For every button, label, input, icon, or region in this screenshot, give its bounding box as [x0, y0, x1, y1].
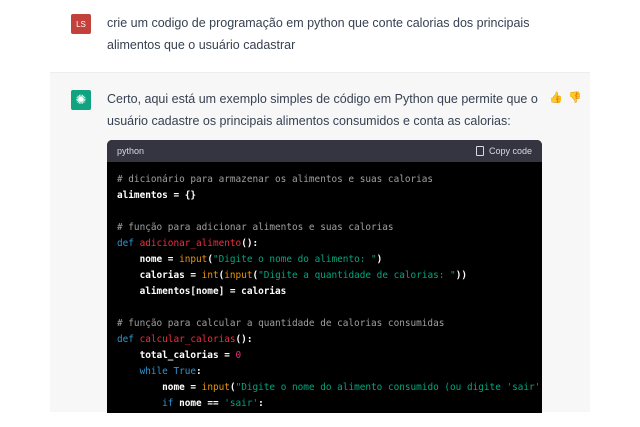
code-token: calorias =: [117, 270, 202, 281]
code-line: alimentos[nome] = calorias: [117, 284, 542, 300]
copy-code-button[interactable]: Copy code: [475, 146, 532, 156]
code-token: if: [117, 398, 180, 409]
code-line: nome = input("Digite o nome do alimento:…: [117, 252, 542, 268]
code-token: :: [196, 366, 202, 377]
code-token: alimentos[nome] = calorias: [117, 286, 287, 297]
code-header: python Copy code: [107, 140, 542, 162]
code-token: total_calorias =: [117, 350, 236, 361]
user-message-text: crie um codigo de programação em python …: [107, 16, 530, 52]
code-token: ():: [235, 334, 253, 345]
code-line: total_calorias = 0: [117, 348, 542, 364]
code-line: # dicionário para armazenar os alimentos…: [117, 172, 542, 188]
copy-code-label: Copy code: [488, 146, 532, 156]
code-token: def: [117, 238, 140, 249]
thumbs-up-icon[interactable]: 👍: [549, 91, 563, 104]
code-token: nome =: [117, 254, 180, 265]
code-line: nome = input("Digite o nome do alimento …: [117, 380, 542, 396]
code-token: int: [201, 270, 219, 281]
code-token: )): [455, 270, 468, 281]
code-line: def calcular_calorias():: [117, 332, 542, 348]
code-line: # função para calcular a quantidade de c…: [117, 316, 542, 332]
code-line: # função para adicionar alimentos e suas…: [117, 220, 542, 236]
code-token: "Digite a quantidade de calorias: ": [258, 270, 456, 281]
code-token: # função para adicionar alimentos e suas…: [117, 222, 394, 233]
code-token: adicionar_alimento: [139, 238, 242, 249]
code-token: ): [376, 254, 383, 265]
assistant-logo-icon: ✺: [71, 90, 91, 110]
code-token: :: [258, 398, 264, 409]
code-token: def: [117, 334, 140, 345]
code-token: # dicionário para armazenar os alimentos…: [117, 174, 434, 185]
user-avatar: LS: [71, 14, 91, 34]
code-token: 'sair': [224, 398, 259, 409]
code-line: alimentos = {}: [117, 188, 542, 204]
code-token: nome =: [117, 382, 202, 393]
code-language: python: [117, 146, 145, 156]
code-line: calorias = int(input("Digite a quantidad…: [117, 268, 542, 284]
code-line: while True:: [117, 364, 542, 380]
code-token: "Digite o nome do alimento: ": [212, 254, 377, 265]
code-content: # dicionário para armazenar os alimentos…: [107, 162, 542, 412]
clipboard-icon: [475, 146, 484, 156]
user-message: LS crie um codigo de programação em pyth…: [0, 0, 640, 72]
code-token: ():: [241, 238, 259, 249]
code-token: input: [179, 254, 208, 265]
code-token: 0: [235, 350, 242, 361]
assistant-message-text: Certo, aqui está um exemplo simples de c…: [107, 92, 538, 128]
code-token: # função para calcular a quantidade de c…: [117, 318, 445, 329]
code-token: "Digite o nome do alimento consumido (ou…: [235, 382, 541, 393]
assistant-message: ✺ Certo, aqui está um exemplo simples de…: [50, 72, 590, 413]
code-block: python Copy code # dicionário para armaz…: [107, 140, 542, 413]
code-token: while True: [117, 366, 197, 377]
code-line: def adicionar_alimento():: [117, 236, 542, 252]
code-token: calcular_calorias: [139, 334, 236, 345]
code-line: if nome == 'sair':: [117, 396, 542, 412]
code-token: input: [224, 270, 253, 281]
code-token: alimentos = {}: [117, 190, 197, 201]
code-token: input: [201, 382, 230, 393]
code-token: nome ==: [179, 398, 225, 409]
thumbs-down-icon[interactable]: 👎: [568, 91, 582, 104]
